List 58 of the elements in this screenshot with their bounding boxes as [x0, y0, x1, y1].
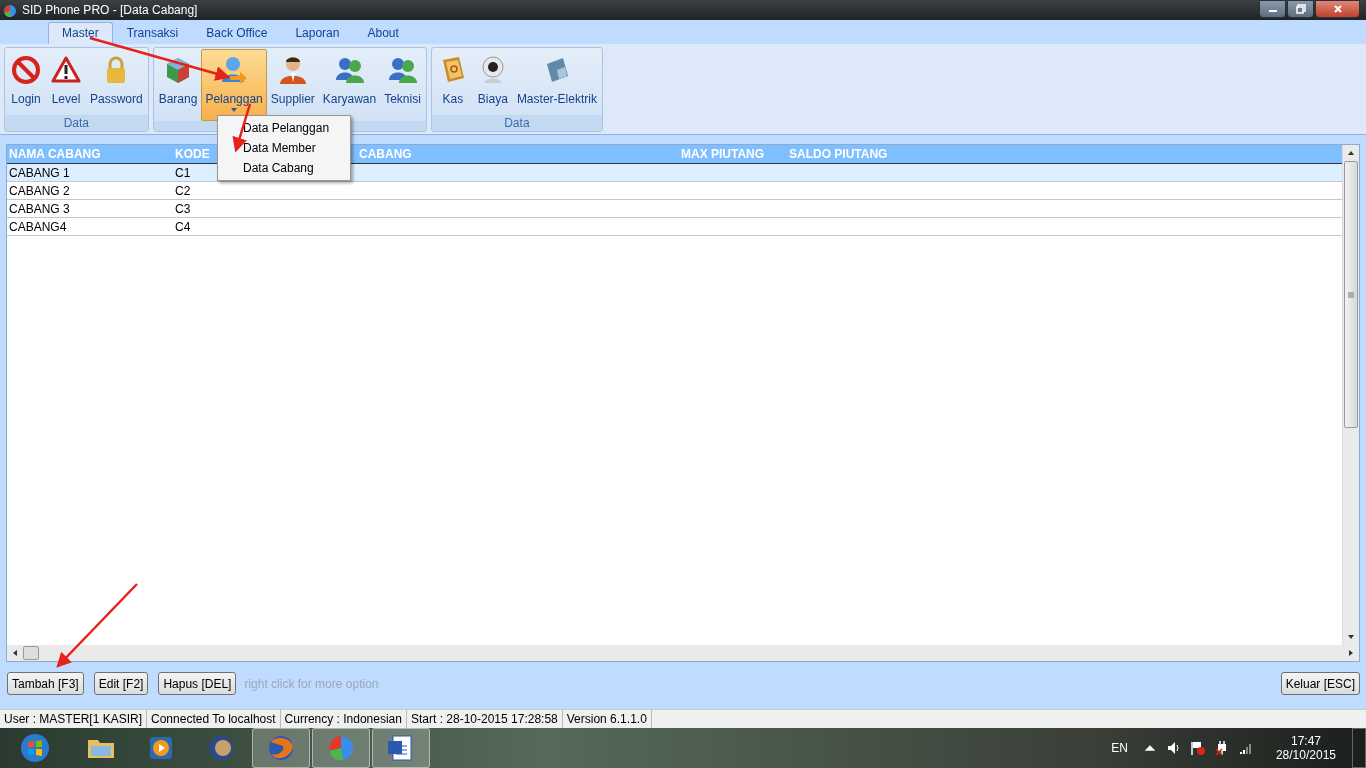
ribbon-button[interactable]: Teknisi [380, 49, 425, 115]
horizontal-scrollbar[interactable] [7, 645, 1359, 661]
minimize-button[interactable] [1259, 0, 1286, 18]
ribbon-button[interactable]: Kas [432, 49, 473, 115]
taskbar-app[interactable] [252, 728, 310, 768]
ribbon-tab[interactable]: Laporan [281, 22, 354, 44]
menu-item[interactable]: Data Member [218, 138, 350, 158]
taskbar-app[interactable] [372, 728, 430, 768]
group-label: Data [504, 116, 530, 130]
close-icon [1332, 4, 1343, 14]
maximize-button[interactable] [1287, 0, 1314, 18]
restore-icon [1295, 4, 1306, 14]
table-row[interactable]: CABANG 2 C2 [7, 182, 1342, 200]
menu-item[interactable]: Data Cabang [218, 158, 350, 178]
grip-icon[interactable] [1347, 290, 1355, 299]
table-cell: C4 [175, 219, 191, 234]
start-orb-icon [19, 732, 51, 764]
table-cell: CABANG 2 [9, 183, 70, 198]
group-label: Data [63, 116, 89, 130]
menu-item[interactable]: Data Pelanggan [218, 118, 350, 138]
table-cell: CABANG 3 [9, 201, 70, 216]
ribbon-button[interactable]: Master-Elektrik [512, 49, 601, 115]
table-cell: CABANG 1 [9, 165, 70, 180]
table-row[interactable]: CABANG 3 C3 [7, 200, 1342, 218]
language-indicator[interactable]: EN [1111, 741, 1128, 755]
action-button[interactable]: Edit [F2] [93, 672, 149, 695]
clock[interactable]: 17:47 28/10/2015 [1275, 734, 1336, 762]
action-button[interactable]: Tambah [F3] [7, 672, 84, 695]
ribbon-button[interactable]: Level [46, 49, 86, 115]
ribbon-tab[interactable]: Master [48, 22, 113, 44]
pie-chart-icon [2, 2, 18, 18]
show-desktop-button[interactable] [1352, 728, 1366, 768]
ribbon-button[interactable]: Pelanggan [201, 49, 267, 121]
ribbon-button[interactable]: Barang [154, 49, 202, 115]
hint-text: right click for more option [244, 676, 379, 691]
ribbon-tab[interactable]: About [353, 22, 413, 44]
ribbon-button[interactable]: Password [86, 49, 147, 115]
table-cell: C3 [175, 201, 191, 216]
ribbon-button[interactable]: Karyawan [318, 49, 381, 115]
exit-button[interactable]: Keluar [ESC] [1280, 672, 1360, 695]
action-button[interactable]: Hapus [DEL] [158, 672, 237, 695]
ribbon-tab[interactable]: Back Office [192, 22, 282, 44]
ribbon-button[interactable]: Login [6, 49, 46, 115]
warning-icon [50, 54, 82, 86]
table-row[interactable]: CABANG4 C4 [7, 218, 1342, 236]
no-entry-icon [10, 54, 42, 86]
table-cell: CABANG4 [9, 219, 67, 234]
table-cell: C1 [175, 165, 191, 180]
ribbon-button[interactable]: Biaya [472, 49, 513, 115]
scroll-thumb[interactable] [23, 646, 39, 660]
flag-icon[interactable] [1189, 740, 1206, 756]
ribbon-tab[interactable]: Transaksi [112, 22, 193, 44]
table-cell: C2 [175, 183, 191, 198]
speaker-icon[interactable] [1165, 740, 1182, 756]
ribbon-button[interactable]: Supplier [266, 49, 319, 115]
window-title: SID Phone PRO - [Data Cabang] [22, 3, 198, 17]
close-button[interactable] [1315, 0, 1360, 18]
vertical-scrollbar[interactable] [1342, 145, 1359, 645]
